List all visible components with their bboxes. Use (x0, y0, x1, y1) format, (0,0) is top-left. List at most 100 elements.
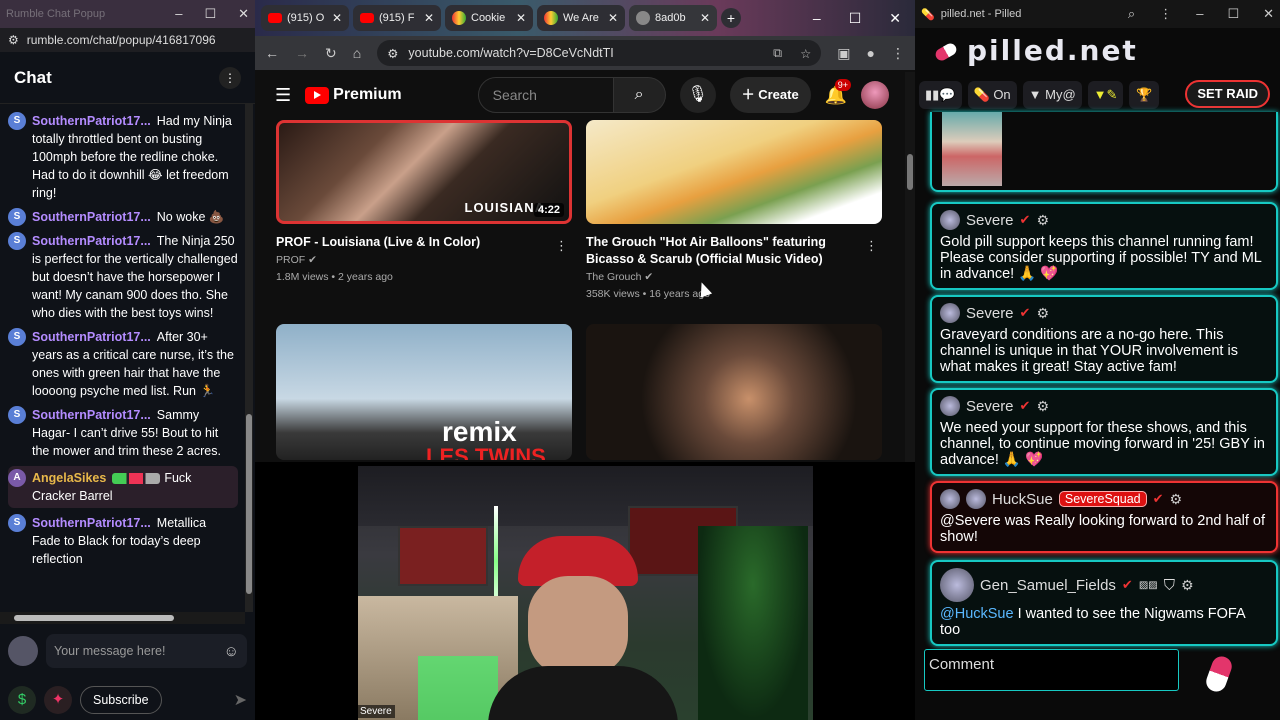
more-icon[interactable]: ⋮ (219, 66, 241, 89)
page-scrollbar[interactable] (905, 72, 915, 462)
avatar[interactable] (940, 210, 960, 230)
avatar[interactable]: S (8, 514, 26, 532)
avatar[interactable]: S (8, 406, 26, 424)
close-icon[interactable]: ✕ (889, 10, 901, 27)
gear-icon[interactable]: ⚙ (1170, 491, 1183, 508)
message-username[interactable]: Severe (966, 398, 1014, 415)
chat-username[interactable]: SouthernPatriot17... (32, 516, 151, 530)
pill-send-icon[interactable] (1203, 653, 1235, 695)
emoji-icon[interactable]: ☺ (224, 643, 239, 660)
minimize-icon[interactable]: – (1196, 6, 1203, 22)
avatar[interactable] (940, 396, 960, 416)
avatar[interactable]: A (8, 469, 26, 487)
home-icon[interactable]: ⌂ (353, 45, 361, 61)
create-button[interactable]: ＋ Create (729, 77, 811, 113)
address-bar[interactable]: ⚙ youtube.com/watch?v=D8CeVcNdtTI ⧉ ☆ (377, 40, 822, 66)
user-avatar[interactable] (8, 636, 38, 666)
comment-input[interactable]: Comment (924, 649, 1179, 691)
chat-username[interactable]: SouthernPatriot17... (32, 408, 151, 422)
dollar-icon[interactable]: $ (8, 686, 36, 714)
filter-pills-icon[interactable]: ▼✎ (1087, 81, 1124, 109)
message-username[interactable]: Severe (966, 212, 1014, 229)
maximize-icon[interactable]: ☐ (204, 6, 216, 22)
notifications-bell-icon[interactable]: 🔔 9+ (825, 78, 851, 106)
reload-icon[interactable]: ↻ (325, 45, 337, 62)
user-avatar[interactable] (861, 81, 890, 109)
channel-name[interactable]: PROF (276, 254, 305, 266)
video-title[interactable]: The Grouch "Hot Air Balloons" featuring … (586, 234, 882, 268)
browser-tab[interactable]: Cookie ✕ (445, 5, 533, 31)
avatar[interactable]: S (8, 112, 26, 130)
browser-tab[interactable]: (915) O ✕ (261, 5, 349, 31)
chat-username[interactable]: SouthernPatriot17... (32, 234, 151, 248)
chat-message-list[interactable]: S SouthernPatriot17... Had my Ninja total… (0, 104, 244, 612)
hamburger-menu-icon[interactable]: ☰ (275, 85, 291, 106)
close-icon[interactable]: ✕ (700, 11, 710, 25)
video-card[interactable]: remix LES TWINS (276, 324, 572, 460)
site-info-icon[interactable]: ⚙ (387, 46, 398, 61)
message-username[interactable]: Gen_Samuel_Fields (980, 577, 1116, 594)
new-tab-button[interactable]: + (721, 8, 741, 28)
video-thumbnail[interactable]: remix LES TWINS (276, 324, 572, 460)
zoom-icon[interactable]: ⌕ (1128, 6, 1135, 22)
send-icon[interactable]: ➤ (234, 690, 247, 710)
browser-tab-active[interactable]: 8ad0b ✕ (629, 5, 717, 31)
scroll-thumb[interactable] (14, 615, 174, 621)
filter-mentions-button[interactable]: ▼ My@ (1022, 81, 1082, 109)
back-icon[interactable]: ← (265, 45, 279, 61)
shared-image[interactable] (942, 112, 1002, 186)
scroll-thumb[interactable] (907, 154, 913, 190)
close-icon[interactable]: ✕ (424, 11, 434, 25)
youtube-premium-logo[interactable]: Premium (305, 86, 402, 104)
subscribe-button[interactable]: Subscribe (80, 686, 162, 714)
gear-icon[interactable]: ⚙ (1036, 212, 1049, 229)
video-thumbnail[interactable] (586, 120, 882, 224)
maximize-icon[interactable]: ☐ (849, 10, 862, 27)
message-username[interactable]: Severe (966, 305, 1014, 322)
site-settings-icon[interactable]: ⚙ (8, 33, 19, 47)
avatar[interactable]: S (8, 208, 26, 226)
pill-toggle-button[interactable]: 💊 On (967, 81, 1017, 109)
close-icon[interactable]: ✕ (516, 11, 526, 25)
rumble-url-bar[interactable]: ⚙ rumble.com/chat/popup/416817096 (0, 28, 255, 52)
sidebar-icon[interactable]: ▣ (837, 45, 850, 62)
video-more-icon[interactable]: ⋮ (865, 238, 878, 254)
message-mention[interactable]: @HuckSue (940, 606, 1014, 622)
avatar[interactable] (940, 489, 960, 509)
video-title[interactable]: PROF - Louisiana (Live & In Color) (276, 234, 572, 251)
close-icon[interactable]: ✕ (332, 11, 342, 25)
video-thumbnail[interactable] (586, 324, 882, 460)
gear-icon[interactable]: ⚙ (1036, 398, 1049, 415)
browser-tab[interactable]: (915) F ✕ (353, 5, 441, 31)
set-raid-button[interactable]: SET RAID (1185, 80, 1270, 108)
chat-username[interactable]: SouthernPatriot17... (32, 114, 151, 128)
search-icon[interactable]: ⌕ (613, 77, 666, 113)
video-card[interactable] (586, 324, 882, 460)
minimize-icon[interactable]: – (175, 6, 182, 22)
close-icon[interactable]: ✕ (1263, 6, 1274, 22)
video-more-icon[interactable]: ⋮ (555, 238, 568, 254)
chat-username[interactable]: AngelaSikes (32, 471, 106, 485)
channel-name[interactable]: The Grouch (586, 271, 641, 283)
avatar[interactable]: S (8, 328, 26, 346)
chat-message-input[interactable]: Your message here! ☺ (46, 634, 247, 668)
browser-tab[interactable]: We Are ✕ (537, 5, 625, 31)
avatar[interactable] (940, 568, 974, 602)
video-card[interactable]: LOUISIANA 4:22 PROF - Louisiana (Live & … (276, 120, 572, 285)
microphone-icon[interactable]: 🎙 (679, 77, 716, 113)
gear-icon[interactable]: ⚙ (1036, 305, 1049, 322)
video-card[interactable]: The Grouch "Hot Air Balloons" featuring … (586, 120, 882, 302)
gift-icon[interactable]: ✦ (44, 686, 72, 714)
avatar[interactable]: S (8, 232, 26, 250)
chat-horizontal-scrollbar[interactable] (0, 612, 245, 624)
menu-icon[interactable]: ⋮ (891, 45, 905, 62)
menu-icon[interactable]: ⋮ (1159, 6, 1172, 22)
forward-icon[interactable]: → (295, 45, 309, 61)
chat-toggle-icon[interactable]: ▮▮💬 (919, 81, 962, 109)
scroll-thumb[interactable] (246, 414, 252, 594)
avatar[interactable] (940, 303, 960, 323)
search-input[interactable]: Search (477, 77, 614, 113)
maximize-icon[interactable]: ☐ (1227, 6, 1239, 22)
profile-icon[interactable]: ● (867, 45, 875, 61)
close-icon[interactable]: ✕ (238, 6, 249, 22)
